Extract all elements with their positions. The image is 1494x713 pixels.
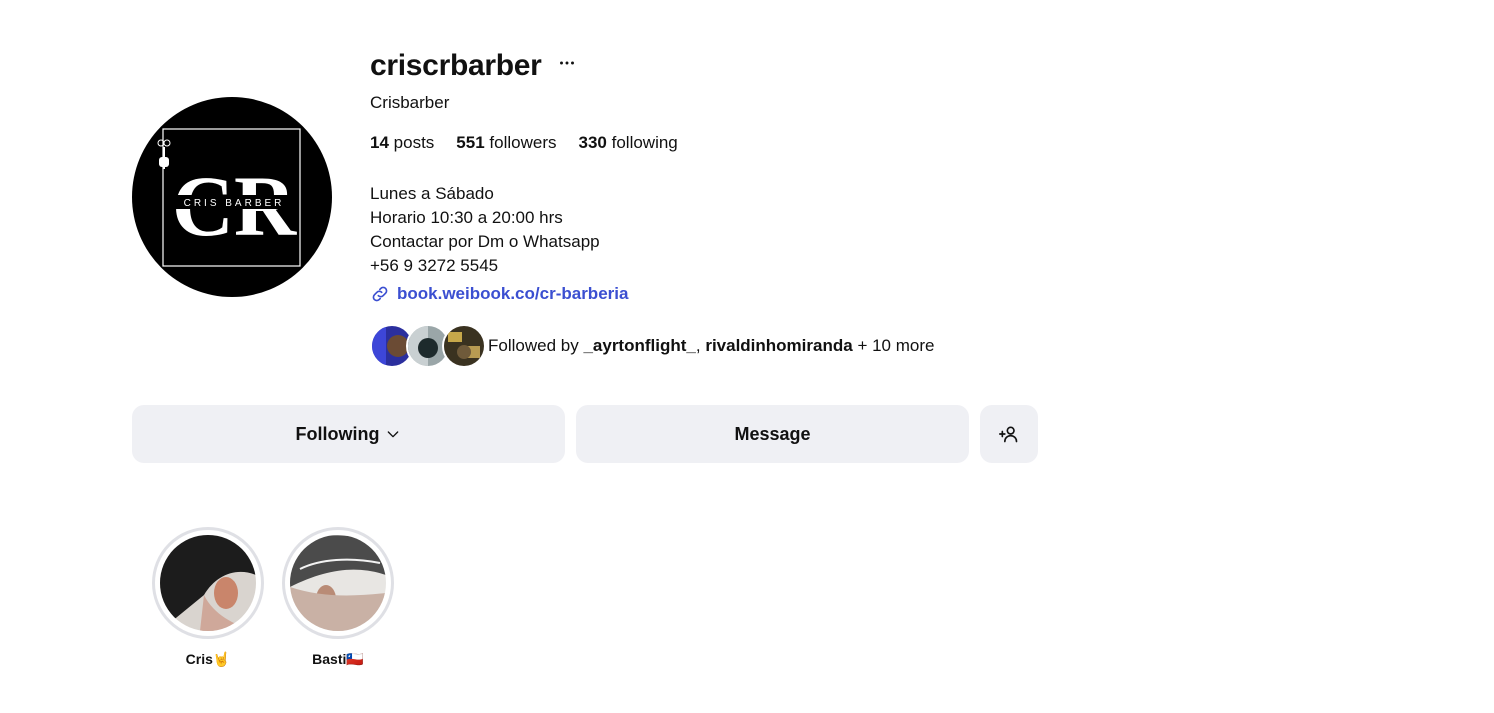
- followers-count: 551: [456, 133, 485, 152]
- followed-by[interactable]: Followed by _ayrtonflight_, rivaldinhomi…: [370, 324, 1070, 368]
- following-count: 330: [578, 133, 607, 152]
- message-button-label: Message: [734, 423, 811, 444]
- mutual-user-2[interactable]: rivaldinhomiranda: [705, 336, 852, 355]
- following-button-label: Following: [295, 423, 380, 444]
- highlight-ring: [282, 527, 394, 639]
- story-highlight[interactable]: Basti🇨🇱: [282, 527, 394, 668]
- logo-brand-text: CRIS BARBER: [184, 198, 285, 209]
- profile-info: criscrbarber Crisbarber 14 posts 551 fol…: [370, 40, 1070, 368]
- bio-line: +56 9 3272 5545: [370, 256, 499, 275]
- bio-link-text: book.weibook.co/cr-barberia: [397, 284, 629, 303]
- mutual-avatars: [370, 324, 488, 368]
- scissors-icon: [157, 139, 171, 169]
- followers-stat[interactable]: 551 followers: [456, 132, 556, 154]
- cr-barber-logo: CR CRIS BARBER: [157, 128, 301, 267]
- followed-by-separator: ,: [695, 336, 701, 355]
- highlight-ring: [152, 527, 264, 639]
- bio-line: Lunes a Sábado: [370, 184, 494, 203]
- posts-count: 14: [370, 133, 389, 152]
- bio: Lunes a Sábado Horario 10:30 a 20:00 hrs…: [370, 182, 1070, 306]
- story-highlight[interactable]: Cris🤘: [152, 527, 264, 668]
- full-name: Crisbarber: [370, 93, 450, 112]
- profile-page: CR CRIS BARBER criscrbarber Crisbarber 1…: [0, 0, 1494, 713]
- following-button[interactable]: Following: [132, 405, 565, 463]
- bio-line: Contactar por Dm o Whatsapp: [370, 232, 600, 251]
- message-button[interactable]: Message: [576, 405, 969, 463]
- followed-by-prefix: Followed by: [488, 336, 579, 355]
- suggest-people-button[interactable]: [980, 405, 1038, 463]
- following-label: following: [611, 133, 678, 152]
- link-icon: [372, 286, 388, 302]
- followed-by-more: + 10 more: [857, 336, 935, 355]
- bio-link[interactable]: book.weibook.co/cr-barberia: [370, 282, 1070, 306]
- profile-stats: 14 posts 551 followers 330 following: [370, 132, 1070, 154]
- add-person-icon: [999, 426, 1018, 443]
- username-row: criscrbarber: [370, 40, 1070, 92]
- profile-avatar[interactable]: CR CRIS BARBER: [132, 97, 332, 297]
- following-stat[interactable]: 330 following: [579, 132, 678, 154]
- mutual-avatar: [442, 324, 486, 368]
- username: criscrbarber: [370, 49, 542, 82]
- highlight-label: Basti🇨🇱: [312, 651, 364, 667]
- posts-label: posts: [393, 133, 435, 152]
- bio-line: Horario 10:30 a 20:00 hrs: [370, 208, 563, 227]
- highlight-cover: [290, 535, 386, 631]
- highlight-cover: [160, 535, 256, 631]
- highlight-label: Cris🤘: [185, 651, 231, 667]
- posts-stat: 14 posts: [370, 132, 434, 154]
- followers-label: followers: [489, 133, 557, 152]
- chevron-down-icon: [388, 431, 399, 438]
- more-options-icon[interactable]: [556, 52, 578, 74]
- followed-by-text: Followed by _ayrtonflight_, rivaldinhomi…: [488, 336, 934, 356]
- mutual-user-1[interactable]: _ayrtonflight_: [583, 336, 695, 355]
